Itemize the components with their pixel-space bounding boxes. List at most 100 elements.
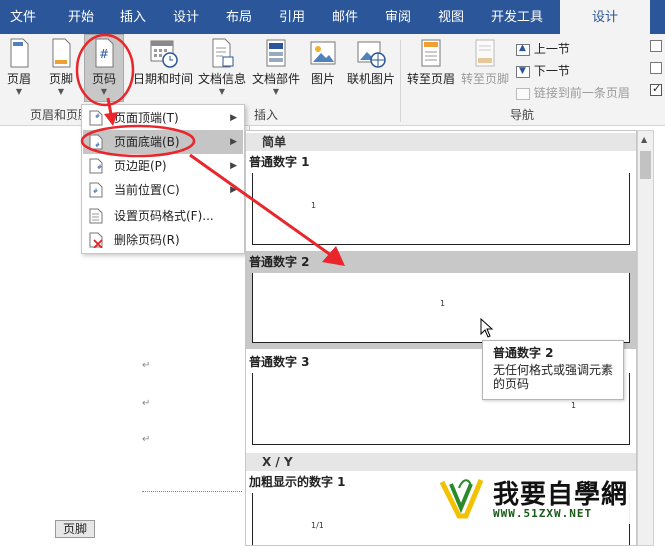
online-picture-icon bbox=[357, 41, 386, 68]
gallery-item-title: 普通数字 1 bbox=[249, 155, 310, 169]
date-time-button[interactable]: 日期和时间 bbox=[132, 38, 194, 87]
page-number-button[interactable]: # 页码 ▼ bbox=[84, 34, 124, 102]
tab-developer[interactable]: 开发工具 bbox=[484, 0, 550, 34]
logo-emblem-icon bbox=[439, 479, 484, 519]
tab-design[interactable]: 设计 bbox=[163, 0, 209, 34]
page-top-icon: # bbox=[89, 110, 103, 126]
document-parts-button[interactable]: 文档部件 ▼ bbox=[250, 38, 302, 97]
gallery-item-title: 加粗显示的数字 1 bbox=[249, 475, 346, 489]
next-section-label: 下一节 bbox=[533, 64, 570, 78]
menu-item-label: 页面顶端(T) bbox=[114, 111, 179, 125]
link-to-previous-button[interactable]: 链接到前一条页眉 bbox=[516, 84, 630, 101]
page-number-preview: 1/1 bbox=[311, 521, 324, 530]
chevron-right-icon: ▶ bbox=[230, 185, 237, 195]
menu-item-label: 页面底端(B) bbox=[114, 135, 180, 149]
goto-header-label: 转至页眉 bbox=[406, 72, 455, 86]
tab-mailings[interactable]: 邮件 bbox=[322, 0, 368, 34]
gallery-section-xy: X / Y bbox=[246, 453, 636, 471]
tooltip-description: 无任何格式或强调元素的页码 bbox=[493, 363, 614, 391]
goto-header-button[interactable]: 转至页眉 bbox=[404, 38, 458, 87]
document-info-button[interactable]: 文档信息 ▼ bbox=[196, 38, 248, 97]
chevron-right-icon: ▶ bbox=[230, 137, 237, 147]
footer-button-label: 页脚 bbox=[48, 72, 73, 86]
menu-item-current-position[interactable]: # 当前位置(C) ▶ bbox=[83, 178, 243, 202]
picture-icon bbox=[310, 41, 336, 65]
footer-tag: 页脚 bbox=[55, 520, 95, 538]
scrollbar-thumb[interactable] bbox=[640, 151, 651, 179]
online-picture-label: 联机图片 bbox=[346, 72, 395, 86]
option-checkbox-3[interactable]: ✓ bbox=[650, 82, 662, 96]
ribbon-tab-bar: 文件 开始 插入 设计 布局 引用 邮件 审阅 视图 开发工具 设计 bbox=[0, 0, 665, 34]
picture-button[interactable]: 图片 bbox=[306, 38, 340, 87]
svg-text:#: # bbox=[95, 113, 100, 120]
tooltip-title: 普通数字 2 bbox=[493, 346, 554, 360]
gallery-scrollbar[interactable]: ▲ bbox=[637, 130, 654, 546]
menu-item-format-page-numbers[interactable]: 设置页码格式(F)... bbox=[83, 204, 243, 228]
page-number-preview: 1 bbox=[440, 299, 446, 308]
menu-item-label: 设置页码格式(F)... bbox=[114, 209, 214, 223]
page-number-icon: # bbox=[95, 38, 114, 68]
previous-section-icon: ▲ bbox=[516, 43, 530, 56]
gallery-item-plain-number-2[interactable]: 普通数字 2 1 bbox=[246, 251, 636, 349]
tab-home[interactable]: 开始 bbox=[58, 0, 104, 34]
option-checkbox-2[interactable] bbox=[650, 62, 662, 74]
page-number-preview: 1 bbox=[311, 201, 317, 210]
chevron-down-icon: ▼ bbox=[218, 87, 226, 96]
menu-item-top-of-page[interactable]: # 页面顶端(T) ▶ bbox=[83, 106, 243, 130]
menu-item-label: 页边距(P) bbox=[114, 159, 167, 173]
footer-button[interactable]: 页脚 ▼ bbox=[44, 38, 78, 97]
next-section-icon: ▼ bbox=[516, 65, 530, 78]
footer-icon bbox=[52, 38, 71, 68]
chevron-down-icon: ▼ bbox=[57, 87, 65, 96]
tab-file[interactable]: 文件 bbox=[0, 0, 46, 34]
gallery-tooltip: 普通数字 2 无任何格式或强调元素的页码 bbox=[482, 340, 624, 400]
chevron-right-icon: ▶ bbox=[230, 161, 237, 171]
gallery-section-simple: 简单 bbox=[246, 133, 636, 151]
scroll-up-icon[interactable]: ▲ bbox=[641, 135, 647, 144]
header-button[interactable]: 页眉 ▼ bbox=[2, 38, 36, 97]
gallery-item-preview: 1 bbox=[252, 273, 630, 343]
paragraph-mark: ↵ bbox=[142, 434, 151, 445]
svg-text:#: # bbox=[97, 164, 102, 171]
menu-item-remove-page-numbers[interactable]: 删除页码(R) bbox=[83, 228, 243, 252]
tab-layout[interactable]: 布局 bbox=[216, 0, 262, 34]
menu-item-label: 当前位置(C) bbox=[114, 183, 180, 197]
page-number-menu: # 页面顶端(T) ▶ # 页面底端(B) ▶ # 页边距(P) ▶ # 当前位… bbox=[81, 104, 245, 254]
next-section-button[interactable]: ▼ 下一节 bbox=[516, 62, 570, 79]
group-label-insert: 插入 bbox=[254, 108, 279, 122]
paragraph-mark: ↵ bbox=[142, 398, 151, 409]
menu-item-page-margins[interactable]: # 页边距(P) ▶ bbox=[83, 154, 243, 178]
svg-text:#: # bbox=[95, 142, 100, 149]
tab-insert[interactable]: 插入 bbox=[110, 0, 156, 34]
paragraph-mark: ↵ bbox=[142, 360, 151, 371]
option-checkbox-1[interactable] bbox=[650, 40, 662, 52]
group-label-navigation: 导航 bbox=[510, 108, 535, 122]
link-icon bbox=[516, 87, 530, 100]
mouse-cursor-icon bbox=[480, 318, 494, 338]
chevron-down-icon: ▼ bbox=[272, 87, 280, 96]
calendar-clock-icon bbox=[150, 40, 178, 68]
logo-url: WWW.51ZXW.NET bbox=[493, 507, 593, 520]
menu-item-bottom-of-page[interactable]: # 页面底端(B) ▶ bbox=[83, 130, 243, 154]
previous-section-button[interactable]: ▲ 上一节 bbox=[516, 40, 570, 57]
svg-text:#: # bbox=[93, 188, 98, 195]
gallery-item-title: 普通数字 3 bbox=[249, 355, 310, 369]
format-page-numbers-icon bbox=[89, 208, 103, 224]
footer-boundary-line bbox=[142, 491, 242, 492]
gallery-item-plain-number-1[interactable]: 1 bbox=[252, 173, 630, 245]
document-info-label: 文档信息 bbox=[197, 72, 246, 86]
chevron-down-icon: ▼ bbox=[15, 87, 23, 96]
svg-text:#: # bbox=[99, 47, 109, 61]
document-info-icon bbox=[212, 38, 234, 68]
tab-review[interactable]: 审阅 bbox=[375, 0, 421, 34]
remove-page-numbers-icon bbox=[89, 232, 103, 248]
goto-footer-button[interactable]: 转至页脚 bbox=[458, 38, 512, 87]
document-parts-label: 文档部件 bbox=[251, 72, 300, 86]
tab-view[interactable]: 视图 bbox=[428, 0, 474, 34]
goto-header-icon bbox=[421, 39, 441, 67]
online-picture-button[interactable]: 联机图片 bbox=[344, 38, 398, 87]
link-to-previous-label: 链接到前一条页眉 bbox=[533, 86, 630, 100]
tab-header-footer-design[interactable]: 设计 bbox=[560, 0, 650, 34]
page-bottom-icon: # bbox=[89, 134, 103, 150]
tab-references[interactable]: 引用 bbox=[269, 0, 315, 34]
